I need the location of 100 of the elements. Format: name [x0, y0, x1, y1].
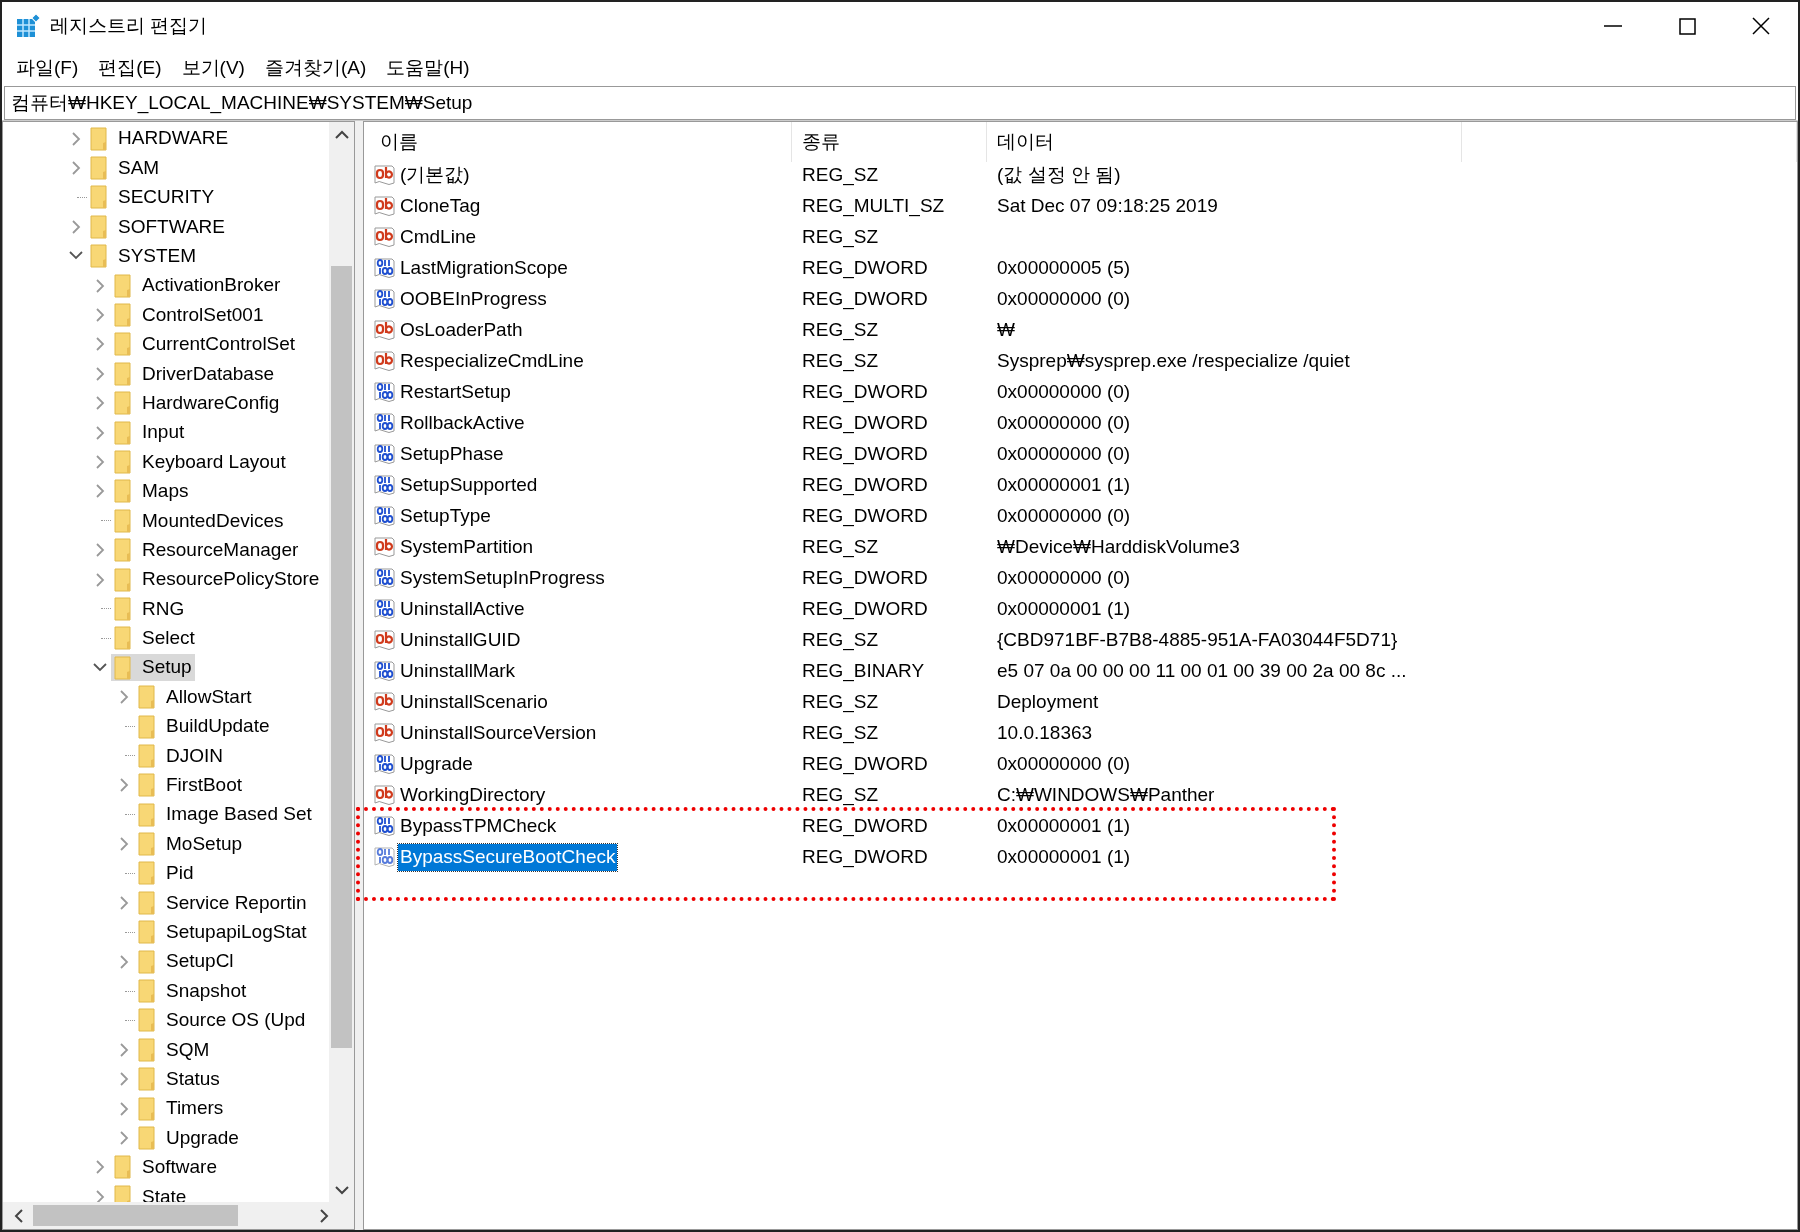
- tree-item[interactable]: Snapshot: [135, 977, 250, 1005]
- expand-chevron-icon[interactable]: [93, 366, 107, 381]
- tree-item[interactable]: Pid: [135, 859, 197, 887]
- expand-chevron-icon[interactable]: [93, 484, 107, 499]
- value-name[interactable]: OOBEInProgress: [370, 286, 792, 313]
- value-name[interactable]: RollbackActive: [370, 410, 792, 437]
- tree-item[interactable]: SYSTEM: [87, 242, 200, 270]
- tree-item[interactable]: ActivationBroker: [111, 272, 284, 300]
- expand-chevron-icon[interactable]: [93, 1160, 107, 1175]
- tree-item[interactable]: DriverDatabase: [111, 360, 277, 388]
- expand-chevron-icon[interactable]: [69, 131, 83, 146]
- value-name[interactable]: SystemPartition: [370, 534, 792, 561]
- value-name[interactable]: Upgrade: [370, 751, 792, 778]
- expand-chevron-icon[interactable]: [93, 455, 107, 469]
- value-name[interactable]: LastMigrationScope: [370, 255, 792, 282]
- value-name[interactable]: SetupType: [370, 503, 792, 530]
- tree-item[interactable]: Setup: [111, 654, 195, 682]
- expand-chevron-icon[interactable]: [117, 1130, 131, 1145]
- column-header[interactable]: 이름: [370, 122, 792, 162]
- tree-item[interactable]: HardwareConfig: [111, 389, 283, 417]
- expand-chevron-icon[interactable]: [93, 1189, 107, 1202]
- tree-item[interactable]: Maps: [111, 477, 192, 505]
- value-name[interactable]: CmdLine: [370, 224, 792, 251]
- expand-chevron-icon[interactable]: [93, 278, 107, 293]
- expand-chevron-icon[interactable]: [117, 954, 131, 969]
- tree-item[interactable]: State: [111, 1183, 190, 1202]
- value-name[interactable]: SetupPhase: [370, 441, 792, 468]
- tree-item[interactable]: DJOIN: [135, 742, 226, 770]
- expand-chevron-icon[interactable]: [93, 308, 107, 323]
- tree-item[interactable]: HARDWARE: [87, 125, 232, 153]
- menu-item[interactable]: 보기(V): [173, 51, 253, 85]
- tree-item[interactable]: MoSetup: [135, 830, 246, 858]
- value-name[interactable]: OsLoaderPath: [370, 317, 792, 344]
- tree-item[interactable]: MountedDevices: [111, 507, 287, 535]
- value-name[interactable]: SetupSupported: [370, 472, 792, 499]
- tree-item[interactable]: Source OS (Upd: [135, 1006, 309, 1034]
- splitter[interactable]: [354, 121, 364, 1230]
- tree-item[interactable]: Software: [111, 1153, 220, 1181]
- expand-chevron-icon[interactable]: [117, 895, 131, 910]
- tree-item[interactable]: AllowStart: [135, 683, 255, 711]
- value-name[interactable]: UninstallGUID: [370, 627, 792, 654]
- value-name[interactable]: RespecializeCmdLine: [370, 348, 792, 375]
- vertical-scrollbar[interactable]: [329, 122, 354, 1202]
- scroll-thumb[interactable]: [331, 266, 352, 1048]
- expand-chevron-icon[interactable]: [93, 543, 107, 558]
- tree-item[interactable]: SetupapiLogStat: [135, 918, 310, 946]
- tree-item[interactable]: SQM: [135, 1036, 213, 1064]
- scroll-left-icon[interactable]: [13, 1208, 23, 1223]
- expand-chevron-icon[interactable]: [69, 161, 83, 176]
- scroll-up-icon[interactable]: [334, 129, 349, 139]
- scroll-thumb[interactable]: [33, 1205, 238, 1226]
- value-name[interactable]: BypassTPMCheck: [370, 813, 792, 840]
- menu-item[interactable]: 도움말(H): [378, 51, 478, 85]
- expand-chevron-icon[interactable]: [93, 337, 107, 352]
- expand-chevron-icon[interactable]: [93, 572, 107, 587]
- expand-chevron-icon[interactable]: [93, 396, 107, 411]
- tree-item[interactable]: SOFTWARE: [87, 213, 228, 241]
- tree-item[interactable]: Service Reportin: [135, 889, 310, 917]
- tree-item[interactable]: Image Based Set: [135, 801, 315, 829]
- tree-item[interactable]: BuildUpdate: [135, 713, 273, 740]
- tree-item[interactable]: Select: [111, 624, 198, 652]
- value-name[interactable]: WorkingDirectory: [370, 782, 792, 809]
- tree-item[interactable]: ResourceManager: [111, 536, 302, 564]
- menu-item[interactable]: 즐겨찾기(A): [256, 51, 375, 85]
- expand-chevron-icon[interactable]: [117, 1101, 131, 1116]
- tree-item[interactable]: Input: [111, 419, 188, 447]
- tree-item[interactable]: SAM: [87, 154, 163, 182]
- tree-item[interactable]: Upgrade: [135, 1124, 242, 1152]
- value-name[interactable]: UninstallSourceVersion: [370, 720, 792, 747]
- value-name[interactable]: UninstallMark: [370, 658, 792, 685]
- scroll-right-icon[interactable]: [319, 1208, 329, 1223]
- expand-chevron-icon[interactable]: [117, 1072, 131, 1087]
- tree-item[interactable]: RNG: [111, 595, 188, 623]
- horizontal-scrollbar[interactable]: [3, 1202, 354, 1229]
- tree-item[interactable]: Timers: [135, 1095, 227, 1123]
- tree-item[interactable]: ControlSet001: [111, 301, 267, 329]
- value-name[interactable]: (기본값): [370, 162, 792, 189]
- expand-chevron-icon[interactable]: [117, 690, 131, 705]
- tree-item[interactable]: Status: [135, 1065, 223, 1093]
- value-name[interactable]: UninstallActive: [370, 596, 792, 623]
- tree-item[interactable]: FirstBoot: [135, 771, 246, 799]
- value-name[interactable]: CloneTag: [370, 193, 792, 220]
- column-header[interactable]: 데이터: [987, 122, 1462, 162]
- expand-chevron-icon[interactable]: [93, 425, 107, 440]
- expand-chevron-icon[interactable]: [117, 1042, 131, 1057]
- value-name[interactable]: SystemSetupInProgress: [370, 565, 792, 592]
- expand-chevron-icon[interactable]: [69, 219, 83, 234]
- column-header[interactable]: 종류: [792, 122, 987, 162]
- tree-item[interactable]: SetupCl: [135, 948, 237, 976]
- tree-item[interactable]: Keyboard Layout: [111, 448, 289, 476]
- tree-item[interactable]: CurrentControlSet: [111, 330, 299, 358]
- value-name[interactable]: RestartSetup: [370, 379, 792, 406]
- tree-item[interactable]: ResourcePolicyStore: [111, 566, 323, 594]
- address-bar[interactable]: 컴퓨터₩HKEY_LOCAL_MACHINE₩SYSTEM₩Setup: [4, 86, 1796, 120]
- expand-chevron-icon[interactable]: [117, 778, 131, 793]
- menu-item[interactable]: 파일(F): [8, 51, 87, 85]
- scroll-down-icon[interactable]: [334, 1185, 349, 1195]
- expand-chevron-icon[interactable]: [117, 837, 131, 852]
- value-name[interactable]: UninstallScenario: [370, 689, 792, 716]
- menu-item[interactable]: 편집(E): [90, 51, 170, 85]
